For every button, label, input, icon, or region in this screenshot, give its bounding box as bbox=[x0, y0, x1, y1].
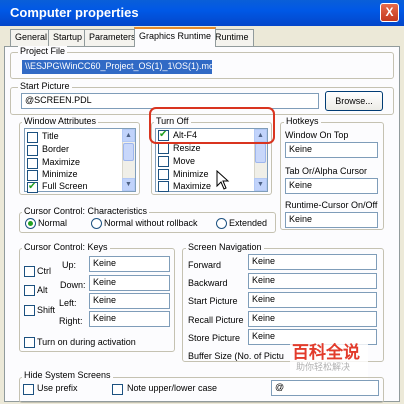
start-picture-legend: Start Picture bbox=[18, 81, 72, 91]
minimize-off-checkbox[interactable] bbox=[158, 169, 169, 180]
tab-parameters[interactable]: Parameters bbox=[84, 29, 141, 46]
resize-checkbox[interactable] bbox=[158, 143, 169, 154]
title-label: Title bbox=[42, 131, 59, 141]
border-checkbox[interactable] bbox=[27, 145, 38, 156]
runtime-cursor-label: Runtime-Cursor On/Off bbox=[285, 200, 378, 210]
shift-checkbox[interactable] bbox=[24, 305, 35, 316]
tab-alpha-label: Tab Or/Alpha Cursor bbox=[285, 166, 368, 176]
extended-label: Extended bbox=[229, 218, 268, 228]
close-button[interactable]: X bbox=[380, 3, 399, 22]
minimize-label: Minimize bbox=[42, 169, 78, 179]
full-screen-checkbox[interactable] bbox=[27, 181, 38, 193]
scroll-down-icon[interactable]: ▼ bbox=[254, 178, 267, 191]
mouse-cursor-icon bbox=[216, 170, 230, 190]
maximize-off-checkbox[interactable] bbox=[158, 181, 169, 192]
store-picture-label: Store Picture bbox=[188, 333, 241, 343]
title-checkbox[interactable] bbox=[27, 132, 38, 143]
hide-system-screens-legend: Hide System Screens bbox=[22, 370, 113, 380]
resize-label: Resize bbox=[173, 143, 201, 153]
tab-graphics-runtime[interactable]: Graphics Runtime bbox=[134, 27, 217, 47]
tab-runtime[interactable]: Runtime bbox=[210, 29, 254, 46]
up-input[interactable]: Keine bbox=[89, 256, 170, 272]
screen-navigation-legend: Screen Navigation bbox=[186, 242, 264, 252]
turn-on-activation-label: Turn on during activation bbox=[37, 337, 136, 347]
backward-label: Backward bbox=[188, 278, 228, 288]
use-prefix-checkbox[interactable] bbox=[23, 384, 34, 395]
recall-picture-input[interactable]: Keine bbox=[248, 311, 377, 327]
tab-startup[interactable]: Startup bbox=[48, 29, 88, 46]
browse-button[interactable]: Browse... bbox=[325, 91, 383, 111]
scroll-thumb[interactable] bbox=[123, 143, 134, 161]
start-picture-nav-input[interactable]: Keine bbox=[248, 292, 377, 308]
use-prefix-label: Use prefix bbox=[37, 383, 78, 393]
right-label: Right: bbox=[59, 316, 83, 326]
tab-general[interactable]: General bbox=[10, 29, 53, 46]
window-title: Computer properties bbox=[10, 5, 139, 20]
window-attributes-legend: Window Attributes bbox=[22, 116, 99, 126]
down-input[interactable]: Keine bbox=[89, 275, 170, 291]
maximize-label: Maximize bbox=[42, 157, 81, 167]
watermark-subtext: 助你轻松解决 bbox=[296, 362, 351, 372]
normal-without-rollback-radio[interactable] bbox=[91, 218, 102, 229]
tab-alpha-input[interactable]: Keine bbox=[285, 178, 378, 194]
project-file-path[interactable]: \\ESJPG\WinCC60_Project_OS(1)_1\OS(1).mc… bbox=[22, 60, 212, 74]
maximize-off-label: Maximize bbox=[173, 181, 212, 191]
backward-input[interactable]: Keine bbox=[248, 273, 377, 289]
right-input[interactable]: Keine bbox=[89, 311, 170, 327]
extended-radio[interactable] bbox=[216, 218, 227, 229]
maximize-checkbox[interactable] bbox=[27, 158, 38, 169]
ctrl-label: Ctrl bbox=[37, 266, 51, 276]
note-case-checkbox[interactable] bbox=[112, 384, 123, 395]
buffer-size-label: Buffer Size (No. of Pictu bbox=[188, 351, 284, 361]
cursor-keys-legend: Cursor Control: Keys bbox=[22, 242, 110, 252]
turn-on-activation-checkbox[interactable] bbox=[24, 337, 35, 348]
border-label: Border bbox=[42, 144, 70, 154]
scroll-down-icon[interactable]: ▼ bbox=[122, 178, 135, 191]
normal-without-rollback-label: Normal without rollback bbox=[104, 218, 198, 228]
move-label: Move bbox=[173, 156, 196, 166]
full-screen-label: Full Screen bbox=[42, 181, 88, 191]
down-label: Down: bbox=[60, 280, 86, 290]
normal-radio[interactable] bbox=[25, 218, 36, 229]
left-label: Left: bbox=[59, 298, 77, 308]
ctrl-checkbox[interactable] bbox=[24, 266, 35, 277]
shift-label: Shift bbox=[37, 305, 56, 315]
note-case-label: Note upper/lower case bbox=[127, 383, 218, 393]
minimize-checkbox[interactable] bbox=[27, 170, 38, 181]
forward-label: Forward bbox=[188, 260, 222, 270]
recall-picture-label: Recall Picture bbox=[188, 315, 244, 325]
runtime-cursor-input[interactable]: Keine bbox=[285, 212, 378, 228]
left-input[interactable]: Keine bbox=[89, 293, 170, 309]
cursor-characteristics-legend: Cursor Control: Characteristics bbox=[22, 206, 150, 216]
start-picture-nav-label: Start Picture bbox=[188, 296, 238, 306]
forward-input[interactable]: Keine bbox=[248, 254, 377, 270]
normal-label: Normal bbox=[38, 218, 68, 228]
prefix-input[interactable]: @ bbox=[271, 380, 379, 396]
up-label: Up: bbox=[62, 260, 77, 270]
project-file-legend: Project File bbox=[18, 46, 68, 56]
window-on-top-label: Window On Top bbox=[285, 130, 349, 140]
highlight-box bbox=[149, 107, 275, 144]
alt-checkbox[interactable] bbox=[24, 285, 35, 296]
alt-label: Alt bbox=[37, 285, 48, 295]
hotkeys-legend: Hotkeys bbox=[284, 116, 321, 126]
minimize-off-label: Minimize bbox=[173, 169, 209, 179]
scroll-up-icon[interactable]: ▲ bbox=[122, 129, 135, 142]
scroll-thumb[interactable] bbox=[255, 143, 266, 163]
window-on-top-input[interactable]: Keine bbox=[285, 142, 378, 158]
move-checkbox[interactable] bbox=[158, 156, 169, 167]
